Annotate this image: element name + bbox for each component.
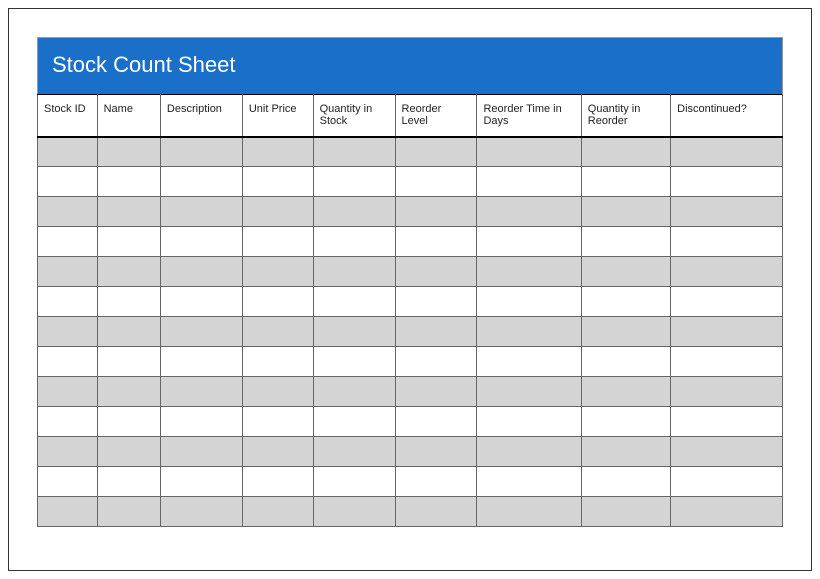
table-row	[38, 167, 783, 197]
col-header-reorder-time: Reorder Time in Days	[477, 95, 581, 137]
table-row	[38, 437, 783, 467]
col-header-unit-price: Unit Price	[242, 95, 313, 137]
table-row	[38, 497, 783, 527]
table-row	[38, 197, 783, 227]
table-row	[38, 287, 783, 317]
table-row	[38, 467, 783, 497]
col-header-qty-in-stock: Quantity in Stock	[313, 95, 395, 137]
table-row	[38, 257, 783, 287]
table-row	[38, 137, 783, 167]
table-header-row: Stock ID Name Description Unit Price Qua…	[38, 95, 783, 137]
col-header-name: Name	[97, 95, 160, 137]
col-header-stock-id: Stock ID	[38, 95, 98, 137]
col-header-reorder-level: Reorder Level	[395, 95, 477, 137]
col-header-qty-in-reorder: Quantity in Reorder	[581, 95, 670, 137]
table-row	[38, 347, 783, 377]
table-row	[38, 317, 783, 347]
page-frame: Stock Count Sheet Stock ID Name Descript…	[8, 8, 812, 571]
col-header-discontinued: Discontinued?	[671, 95, 783, 137]
sheet-title: Stock Count Sheet	[37, 37, 783, 94]
table-row	[38, 407, 783, 437]
table-row	[38, 227, 783, 257]
table-body	[38, 137, 783, 527]
stock-count-table: Stock ID Name Description Unit Price Qua…	[37, 94, 783, 527]
col-header-description: Description	[160, 95, 242, 137]
table-row	[38, 377, 783, 407]
